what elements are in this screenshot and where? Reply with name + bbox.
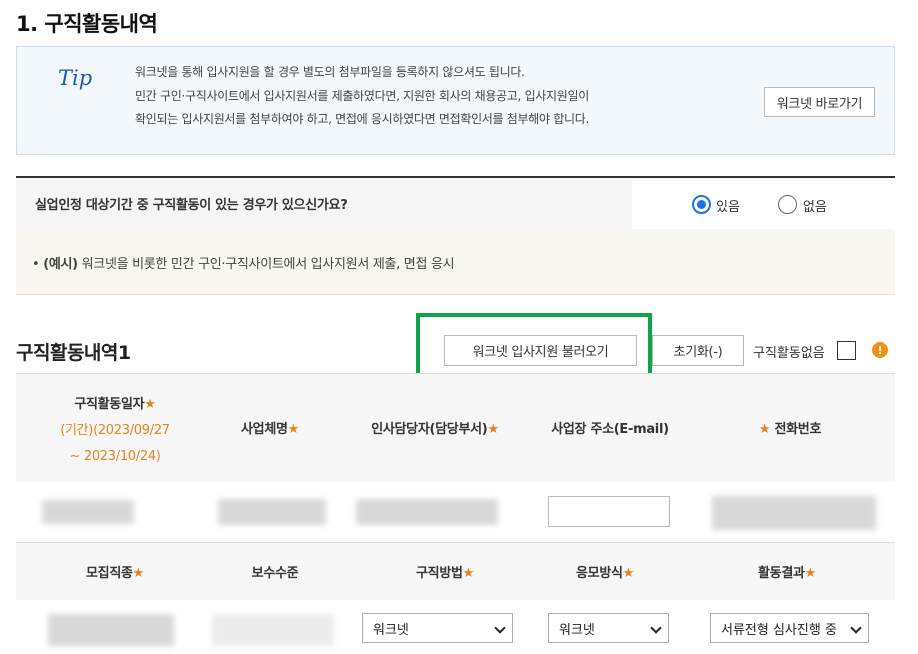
header-phone: ★ 전화번호 <box>720 418 860 437</box>
result-select-value: 서류전형 심사진행 중 <box>721 622 837 638</box>
required-mark: ★ <box>144 397 156 412</box>
header-manager: 인사담당자(담당부서)★ <box>350 418 520 437</box>
example-prefix: (예시) <box>43 257 78 272</box>
load-worknet-button[interactable]: 워크넷 입사지원 불러오기 <box>444 335 637 366</box>
email-field[interactable] <box>548 496 670 527</box>
header-job-label: 모집직종 <box>86 566 133 581</box>
header-method: 구직방법★ <box>370 562 520 581</box>
no-activity-label: 구직활동없음 <box>753 346 825 361</box>
reset-button[interactable]: 초기화(-) <box>652 335 744 366</box>
worknet-link-button[interactable]: 워크넷 바로가기 <box>764 87 875 117</box>
header-salary: 보수수준 <box>251 566 299 581</box>
radio-yes[interactable] <box>692 195 711 214</box>
redacted-company <box>218 499 326 525</box>
apply-select[interactable]: 워크넷 <box>548 613 669 643</box>
header-job: 모집직종★ <box>40 562 190 581</box>
example-body: 워크넷을 비롯한 민간 구인·구직사이트에서 입사지원서 제출, 면접 응시 <box>77 257 455 272</box>
header-email: 사업장 주소(E-mail) <box>551 422 669 437</box>
chevron-down-icon <box>650 622 662 634</box>
section-title: 1. 구직활동내역 <box>16 12 158 36</box>
header-phone-label: 전화번호 <box>774 422 822 437</box>
tip-line: 민간 구인·구직사이트에서 입사지원서를 제출하였다면, 지원한 회사의 채용공… <box>135 88 590 103</box>
required-mark: ★ <box>487 422 499 437</box>
activity-title: 구직활동내역1 <box>16 342 131 364</box>
no-activity-checkbox[interactable] <box>837 341 856 360</box>
redacted-phone <box>712 496 876 530</box>
redacted-job <box>48 614 174 646</box>
required-mark: ★ <box>804 566 817 581</box>
header-result-label: 활동결과 <box>758 566 805 581</box>
redacted-manager <box>356 499 498 525</box>
radio-yes-label[interactable]: 있음 <box>716 196 740 215</box>
tip-label: Tip <box>58 66 93 90</box>
redacted-date <box>42 500 134 524</box>
method-select-value: 워크넷 <box>373 622 409 638</box>
tip-line: 워크넷을 통해 입사지원을 할 경우 별도의 첨부파일을 등록하지 않으셔도 됩… <box>135 65 525 79</box>
example-text: • (예시) 워크넷을 비롯한 민간 구인·구직사이트에서 입사지원서 제출, … <box>32 257 455 272</box>
chevron-down-icon <box>494 622 506 634</box>
header-apply-label: 응모방식 <box>576 566 623 581</box>
header-date: 구직활동일자★ (기간)(2023/09/27 ~ 2023/10/24) <box>40 392 190 470</box>
required-mark: ★ <box>622 566 635 581</box>
tip-line: 확인되는 입사지원서를 첨부하여야 하고, 면접에 응시하였다면 면접확인서를 … <box>135 112 590 126</box>
header-period-1: (기간)(2023/09/27 <box>60 423 170 438</box>
header-company-label: 사업체명 <box>241 422 288 437</box>
required-mark: ★ <box>758 422 771 437</box>
header-apply: 응모방식★ <box>530 562 680 581</box>
chevron-down-icon <box>850 622 862 634</box>
header-manager-label: 인사담당자(담당부서) <box>371 422 488 437</box>
tip-text: 워크넷을 통해 입사지원을 할 경우 별도의 첨부파일을 등록하지 않으셔도 됩… <box>135 61 589 132</box>
radio-no-label[interactable]: 없음 <box>803 196 827 215</box>
required-mark: ★ <box>132 566 145 581</box>
method-select[interactable]: 워크넷 <box>362 613 513 643</box>
header-result: 활동결과★ <box>712 562 862 581</box>
header-method-label: 구직방법 <box>416 566 463 581</box>
result-select[interactable]: 서류전형 심사진행 중 <box>710 613 869 643</box>
header-company: 사업체명★ <box>205 418 335 437</box>
apply-select-value: 워크넷 <box>559 622 595 638</box>
header-period-2: ~ 2023/10/24) <box>69 449 161 464</box>
required-mark: ★ <box>462 566 475 581</box>
radio-no[interactable] <box>778 195 797 214</box>
required-mark: ★ <box>287 422 300 437</box>
header-date-label: 구직활동일자 <box>74 397 145 412</box>
warning-icon[interactable]: ! <box>872 342 888 358</box>
question-text: 실업인정 대상기간 중 구직활동이 있는 경우가 있으신가요? <box>35 198 348 213</box>
redacted-salary <box>212 614 334 646</box>
